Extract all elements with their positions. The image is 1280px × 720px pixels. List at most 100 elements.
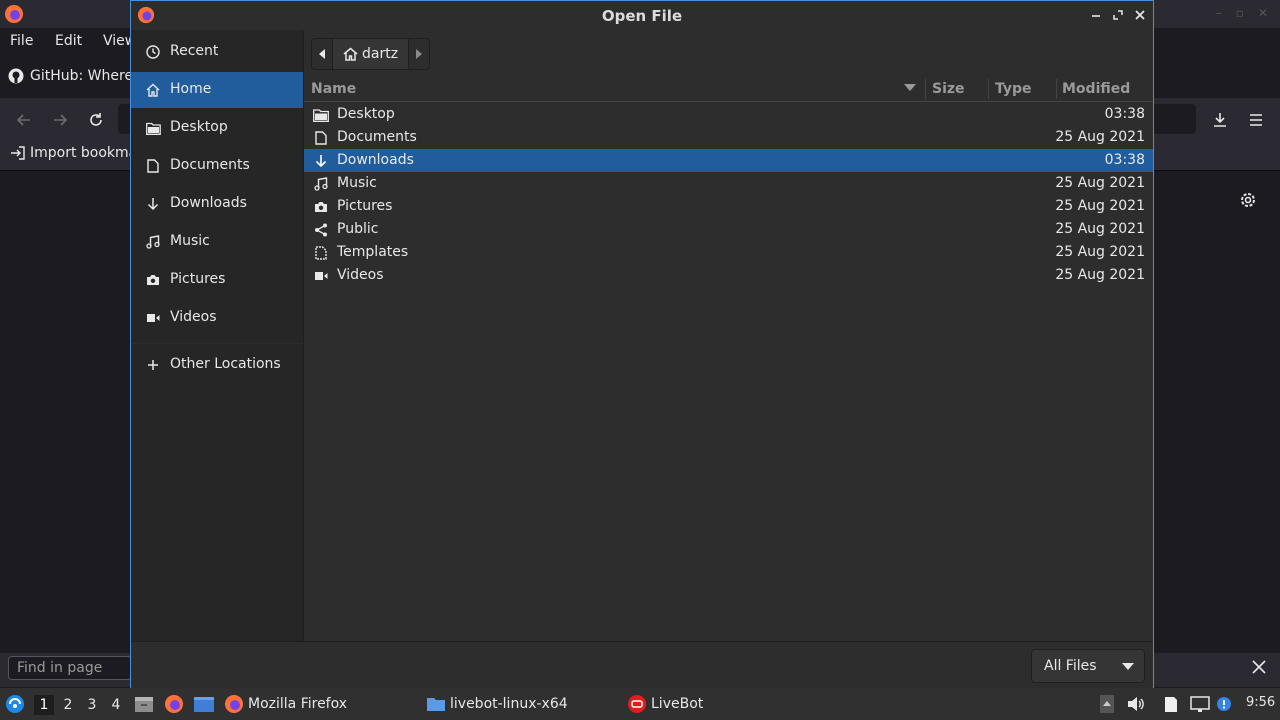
taskbar-window-label: LiveBot [651, 696, 704, 712]
file-modified: 25 Aug 2021 [1055, 221, 1145, 237]
file-name: Videos [337, 267, 384, 283]
sidebar-item-label: Desktop [170, 119, 228, 135]
file-row-music[interactable]: Music 25 Aug 2021 [304, 172, 1153, 195]
workspace-4[interactable]: 4 [106, 695, 126, 715]
file-modified: 25 Aug 2021 [1055, 175, 1145, 191]
file-manager-launcher[interactable] [134, 688, 154, 720]
tray-expand-button[interactable] [1100, 688, 1114, 720]
column-divider [988, 79, 989, 99]
sidebar-item-pictures[interactable]: Pictures [131, 262, 303, 298]
clipboard-button[interactable] [1162, 688, 1180, 720]
file-row-videos[interactable]: Videos 25 Aug 2021 [304, 264, 1153, 287]
sidebar-item-home[interactable]: Home [131, 72, 303, 108]
sidebar-item-recent[interactable]: Recent [131, 34, 303, 70]
path-button-home[interactable]: dartz [333, 38, 409, 70]
taskbar-window-firefox[interactable]: Mozilla Firefox [224, 688, 347, 720]
back-arrow-icon[interactable] [12, 108, 36, 132]
start-menu-button[interactable] [5, 688, 25, 720]
find-in-page-input[interactable]: Find in page [8, 656, 132, 680]
file-name: Public [337, 221, 379, 237]
volume-button[interactable] [1127, 688, 1145, 720]
tab-github[interactable]: GitHub: Where [8, 68, 133, 84]
maximize-icon[interactable] [1111, 7, 1125, 23]
path-forward-button[interactable] [408, 38, 431, 70]
template-icon [313, 245, 329, 261]
sidebar-item-downloads[interactable]: Downloads [131, 186, 303, 222]
sidebar-item-label: Downloads [170, 195, 247, 211]
taskbar-window-livebot-folder[interactable]: livebot-linux-x64 [426, 688, 568, 720]
menu-edit[interactable]: Edit [55, 33, 82, 49]
clock[interactable]: 9:56 [1246, 695, 1275, 710]
workspace-1[interactable]: 1 [34, 695, 54, 715]
file-modified: 25 Aug 2021 [1055, 129, 1145, 145]
close-icon[interactable] [1133, 7, 1147, 23]
bookmark-import[interactable]: Import bookma [10, 145, 137, 161]
path-bar: dartz [311, 38, 431, 70]
minimize-icon[interactable] [1089, 7, 1103, 23]
dialog-window-controls [1089, 7, 1147, 23]
dialog-header: Open File [131, 1, 1153, 30]
sidebar-item-desktop[interactable]: Desktop [131, 110, 303, 146]
close-icon[interactable]: ✕ [1258, 6, 1268, 20]
sidebar-item-documents[interactable]: Documents [131, 148, 303, 184]
taskbar-window-label: livebot-linux-x64 [450, 696, 568, 712]
file-name: Documents [337, 129, 417, 145]
import-icon [10, 145, 26, 161]
workspace-3[interactable]: 3 [82, 695, 102, 715]
close-icon[interactable] [1250, 658, 1268, 676]
column-divider [925, 79, 926, 99]
folder-icon [145, 120, 161, 136]
camera-icon [313, 199, 329, 215]
show-desktop-button[interactable] [193, 688, 215, 720]
downloads-icon[interactable] [1208, 108, 1232, 132]
file-row-desktop[interactable]: Desktop 03:38 [304, 103, 1153, 126]
column-header-type[interactable]: Type [995, 81, 1032, 97]
camera-icon [145, 272, 161, 288]
bookmark-label: Import bookma [30, 145, 138, 161]
tab-title: GitHub: Where [30, 68, 134, 84]
taskbar-window-livebot[interactable]: LiveBot [627, 688, 703, 720]
file-modified: 25 Aug 2021 [1055, 244, 1145, 260]
file-row-public[interactable]: Public 25 Aug 2021 [304, 218, 1153, 241]
notification-button[interactable] [1216, 688, 1232, 720]
sidebar-item-label: Music [170, 233, 210, 249]
info-icon [1216, 696, 1232, 712]
chevron-up-icon [1100, 695, 1114, 713]
document-icon [145, 158, 161, 174]
firefox-launcher[interactable] [164, 688, 184, 720]
plus-icon [145, 357, 161, 373]
folder-icon [426, 696, 446, 712]
file-modified: 25 Aug 2021 [1055, 198, 1145, 214]
column-header-modified[interactable]: Modified [1062, 81, 1130, 97]
gear-icon[interactable] [1238, 190, 1258, 210]
forward-arrow-icon[interactable] [48, 108, 72, 132]
file-row-documents[interactable]: Documents 25 Aug 2021 [304, 126, 1153, 149]
workspace-2[interactable]: 2 [58, 695, 78, 715]
music-icon [313, 176, 329, 192]
path-back-button[interactable] [311, 38, 333, 70]
reload-icon[interactable] [84, 108, 108, 132]
firefox-window-controls: – ▫ ✕ [1216, 6, 1268, 20]
file-row-pictures[interactable]: Pictures 25 Aug 2021 [304, 195, 1153, 218]
sort-arrow-icon [904, 84, 916, 92]
file-row-templates[interactable]: Templates 25 Aug 2021 [304, 241, 1153, 264]
hamburger-menu-icon[interactable] [1244, 108, 1268, 132]
filter-label: All Files [1044, 658, 1097, 674]
file-row-downloads[interactable]: Downloads 03:38 [304, 149, 1153, 172]
column-header-size[interactable]: Size [932, 81, 965, 97]
livebot-icon [627, 694, 647, 714]
lubuntu-logo-icon [5, 694, 25, 714]
file-name: Music [337, 175, 377, 191]
menu-file[interactable]: File [10, 33, 33, 49]
maximize-icon[interactable]: ▫ [1236, 6, 1244, 20]
network-button[interactable] [1190, 688, 1210, 720]
file-modified: 03:38 [1104, 152, 1145, 168]
download-icon [145, 196, 161, 212]
sidebar-item-videos[interactable]: Videos [131, 300, 303, 336]
sidebar-item-other-locations[interactable]: Other Locations [131, 347, 303, 383]
minimize-icon[interactable]: – [1216, 6, 1222, 20]
chevron-right-icon [415, 49, 423, 59]
file-type-filter[interactable]: All Files [1031, 649, 1145, 683]
sidebar-item-music[interactable]: Music [131, 224, 303, 260]
column-header-name[interactable]: Name [311, 81, 356, 97]
